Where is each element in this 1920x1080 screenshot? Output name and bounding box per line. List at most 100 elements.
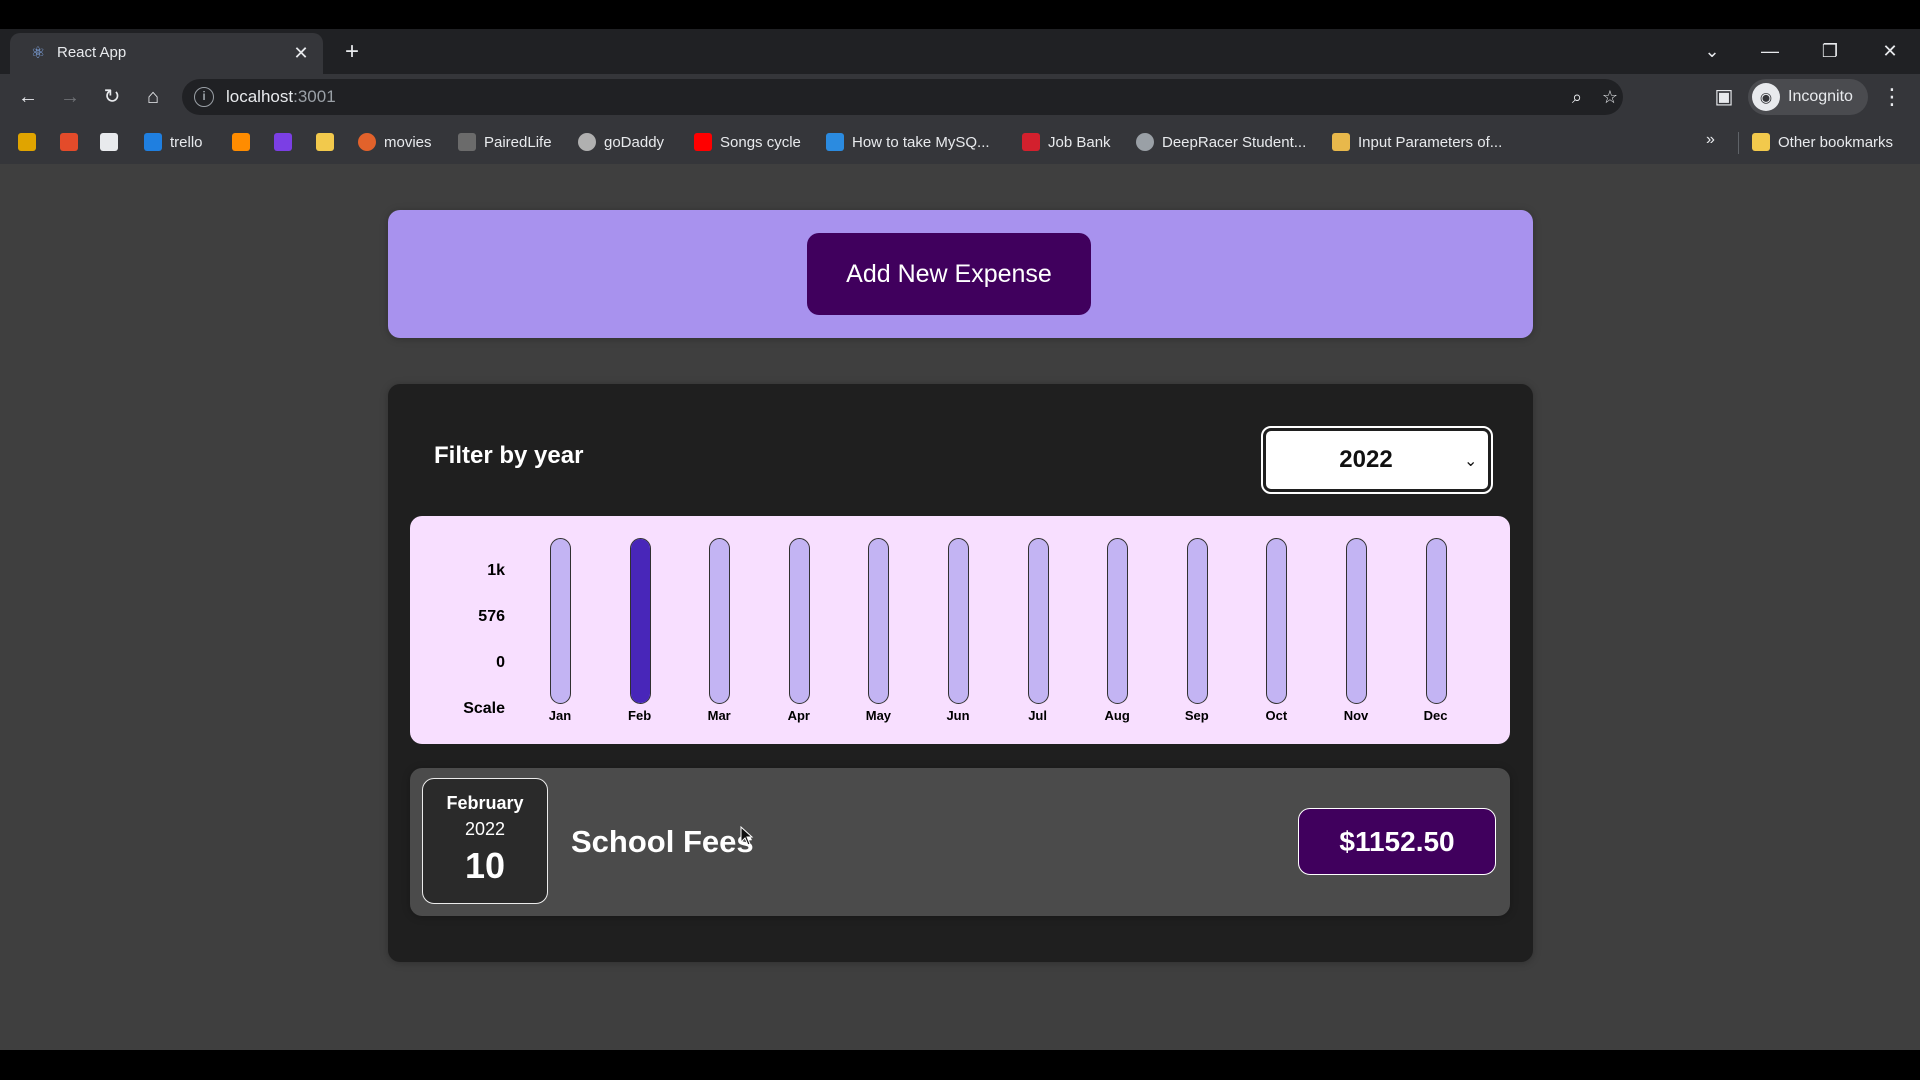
expense-day: 10 xyxy=(464,845,506,886)
chart-bar-track xyxy=(788,538,810,704)
side-panel-icon[interactable]: ▣ xyxy=(1708,81,1740,113)
chart-bar-track xyxy=(1186,538,1208,704)
scale-label-max: 1k xyxy=(487,562,505,579)
expense-title: School Fees xyxy=(571,824,754,859)
chart-bar-feb: Feb xyxy=(620,538,660,728)
store-icon xyxy=(18,133,36,151)
year-select[interactable]: 2022 ⌄ xyxy=(1261,426,1493,494)
bookmark-trello[interactable]: trello xyxy=(144,130,203,154)
bookmark-mysql[interactable]: How to take MySQ... xyxy=(826,130,990,154)
chart-bar-label: May xyxy=(865,708,892,723)
bookmark-item[interactable] xyxy=(316,130,342,154)
chart-bar-label: Dec xyxy=(1423,708,1448,723)
bookmark-item[interactable] xyxy=(18,130,44,154)
mouse-cursor-icon xyxy=(740,826,754,846)
chart-bar-mar: Mar xyxy=(699,538,739,728)
expense-month: February xyxy=(446,793,524,813)
bookmark-item[interactable] xyxy=(232,130,258,154)
incognito-profile[interactable]: ◉ Incognito xyxy=(1748,79,1868,115)
browser-tab[interactable]: ⚛ React App ✕ xyxy=(10,33,323,74)
bookmarks-divider xyxy=(1738,132,1739,154)
chart-bar-label: Jan xyxy=(548,708,572,723)
address-bar[interactable]: i localhost:3001 ⌕ ☆ xyxy=(182,79,1623,115)
chart-bar-aug: Aug xyxy=(1097,538,1137,728)
reload-icon[interactable]: ↻ xyxy=(96,81,128,113)
chart-bar-label: Jun xyxy=(946,708,970,723)
box-icon xyxy=(1332,133,1350,151)
new-tab-button[interactable]: + xyxy=(338,38,366,66)
chart-bar-may: May xyxy=(858,538,898,728)
bookmark-item[interactable] xyxy=(274,130,300,154)
chart-bar-track xyxy=(1425,538,1447,704)
new-expense-panel: Add New Expense xyxy=(388,210,1533,338)
chart-bar-label: Oct xyxy=(1265,708,1288,723)
pairedlife-icon xyxy=(458,133,476,151)
scale-label-title: Scale xyxy=(463,700,505,717)
chart-bar-jul: Jul xyxy=(1018,538,1058,728)
bookmark-input-parameters[interactable]: Input Parameters of... xyxy=(1332,130,1502,154)
bookmark-songs-cycle[interactable]: Songs cycle xyxy=(694,130,801,154)
expenses-panel: Filter by year 2022 ⌄ 1k 576 0 Scale Jan… xyxy=(388,384,1533,962)
chart-bar-sep: Sep xyxy=(1177,538,1217,728)
react-favicon-icon: ⚛ xyxy=(30,45,46,62)
bookmarks-bar: trello movies PairedLife goDaddy Songs c… xyxy=(0,120,1920,164)
forward-icon[interactable]: → xyxy=(54,81,86,113)
maple-leaf-icon xyxy=(1022,133,1040,151)
scale-label-mid: 576 xyxy=(478,608,505,625)
movies-icon xyxy=(358,133,376,151)
bookmark-item[interactable] xyxy=(100,130,126,154)
chart-bar-track xyxy=(868,538,890,704)
restore-button[interactable]: ❐ xyxy=(1810,35,1850,67)
infinity-icon xyxy=(232,133,250,151)
browser-toolbar: ← → ↻ ⌂ i localhost:3001 ⌕ ☆ ▣ ◉ Incogni… xyxy=(0,74,1920,120)
chart-bar-track xyxy=(1346,538,1367,704)
deepracer-icon xyxy=(1136,133,1154,151)
expense-date: February 2022 10 xyxy=(422,778,548,904)
chart-bar-track xyxy=(948,538,969,704)
chart-bar-label: Nov xyxy=(1343,708,1369,723)
folder-icon xyxy=(316,133,334,151)
bookmark-movies[interactable]: movies xyxy=(358,130,432,154)
site-info-icon[interactable]: i xyxy=(194,87,214,107)
chart-bar-track xyxy=(1107,538,1129,704)
expense-year: 2022 xyxy=(464,819,506,839)
bookmark-job-bank[interactable]: Job Bank xyxy=(1022,130,1111,154)
bookmark-favicon-icon xyxy=(100,133,118,151)
chart-bar-track xyxy=(1027,538,1049,704)
expense-item[interactable]: February 2022 10 School Fees $1152.50 xyxy=(410,768,1510,916)
bookmark-deepracer[interactable]: DeepRacer Student... xyxy=(1136,130,1306,154)
minimize-button[interactable]: — xyxy=(1750,35,1790,67)
chart-bar-track xyxy=(629,538,651,704)
bookmarks-overflow-button[interactable]: » xyxy=(1706,131,1715,149)
chart-bar-fill xyxy=(630,539,650,703)
godaddy-icon xyxy=(578,133,596,151)
url-text: localhost:3001 xyxy=(226,87,336,106)
back-icon[interactable]: ← xyxy=(12,81,44,113)
tab-title: React App xyxy=(57,44,127,61)
add-new-expense-button[interactable]: Add New Expense xyxy=(807,233,1091,315)
tab-search-icon[interactable]: ⌄ xyxy=(1692,35,1732,67)
trello-icon xyxy=(144,133,162,151)
cloud-icon xyxy=(826,133,844,151)
bookmark-godaddy[interactable]: goDaddy xyxy=(578,130,664,154)
close-tab-icon[interactable]: ✕ xyxy=(289,41,313,65)
zoom-icon[interactable]: ⌕ xyxy=(1564,84,1590,110)
chart-bar-jun: Jun xyxy=(938,538,978,728)
bookmark-item[interactable] xyxy=(60,130,86,154)
filter-label: Filter by year xyxy=(434,442,584,469)
close-window-button[interactable]: ✕ xyxy=(1870,35,1910,67)
bookmark-favicon-icon xyxy=(60,133,78,151)
chart-bar-label: Apr xyxy=(787,708,810,723)
other-bookmarks[interactable]: Other bookmarks xyxy=(1752,130,1893,154)
youtube-icon xyxy=(694,133,712,151)
tab-strip: ⚛ React App ✕ + ⌄ — ❐ ✕ xyxy=(0,29,1920,74)
bookmark-star-icon[interactable]: ☆ xyxy=(1597,84,1623,110)
chart-bar-track xyxy=(550,538,571,704)
folder-icon xyxy=(1752,133,1770,151)
chart-bar-dec: Dec xyxy=(1416,538,1456,728)
browser-menu-icon[interactable]: ⋮ xyxy=(1880,81,1904,113)
home-icon[interactable]: ⌂ xyxy=(137,81,169,113)
chart-bar-jan: Jan xyxy=(540,538,580,728)
incognito-icon: ◉ xyxy=(1752,83,1780,111)
bookmark-pairedlife[interactable]: PairedLife xyxy=(458,130,552,154)
